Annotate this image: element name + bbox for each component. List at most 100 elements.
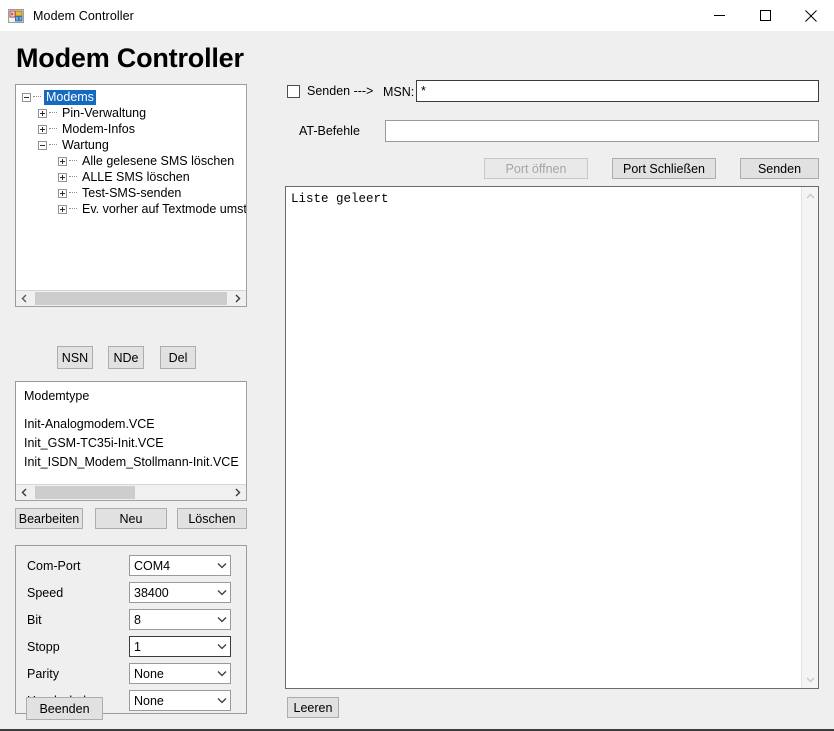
chevron-down-icon[interactable] [213, 670, 230, 677]
tree-node-label: Modem-Infos [62, 121, 135, 136]
tree-node[interactable]: Wartung [16, 137, 246, 153]
expand-plus-icon[interactable] [58, 188, 67, 198]
page-title: Modem Controller [16, 43, 244, 73]
client-area: Modem Controller Modems Pin-Verwaltung Mod… [0, 31, 834, 731]
nde-button[interactable]: NDe [108, 346, 144, 369]
list-item[interactable]: Init_ISDN_Modem_Stollmann-Init.VCE [24, 453, 246, 472]
serial-setting-row: Com-Port COM4 [16, 552, 248, 579]
send-button[interactable]: Senden [740, 158, 819, 179]
tree-node[interactable]: ALLE SMS löschen [16, 169, 246, 185]
serial-setting-value: 38400 [134, 585, 169, 600]
del-button[interactable]: Del [160, 346, 196, 369]
tree-node[interactable]: Modem-Infos [16, 121, 246, 137]
at-command-input[interactable] [385, 120, 819, 142]
at-command-label: AT-Befehle [299, 124, 360, 138]
output-text: Liste geleert [291, 192, 389, 206]
modemtype-scroll-thumb[interactable] [35, 486, 135, 499]
close-button[interactable] [788, 0, 834, 31]
modemtype-scroll-track[interactable] [33, 485, 229, 500]
clear-button[interactable]: Leeren [287, 697, 339, 718]
expand-plus-icon[interactable] [38, 108, 47, 118]
tree-node[interactable]: Test-SMS-senden [16, 185, 246, 201]
expand-plus-icon[interactable] [58, 204, 67, 214]
application-window: Modem Controller Modem Controller Modems… [0, 0, 834, 731]
port-close-button[interactable]: Port Schließen [612, 158, 716, 179]
serial-setting-dropdown[interactable]: COM4 [129, 555, 231, 576]
list-item[interactable]: Init-Analogmodem.VCE [24, 415, 246, 434]
tree-connector [69, 208, 77, 210]
expand-plus-icon[interactable] [38, 124, 47, 134]
collapse-minus-icon[interactable] [22, 92, 31, 102]
minimize-button[interactable] [696, 0, 742, 31]
chevron-down-icon[interactable] [213, 643, 230, 650]
title-bar: Modem Controller [0, 0, 834, 31]
edit-button[interactable]: Bearbeiten [15, 508, 83, 529]
tree-node-label: Ev. vorher auf Textmode umstellen [82, 201, 246, 216]
modemtype-items: Init-Analogmodem.VCE Init_GSM-TC35i-Init.… [24, 415, 246, 472]
delete-button[interactable]: Löschen [177, 508, 247, 529]
msn-input[interactable]: * [416, 80, 819, 102]
collapse-minus-icon[interactable] [38, 140, 47, 150]
list-item[interactable]: Init_GSM-TC35i-Init.VCE [24, 434, 246, 453]
tree-connector [49, 144, 57, 146]
chevron-left-icon[interactable] [16, 291, 33, 306]
tree-node[interactable]: Modems [16, 89, 246, 105]
serial-setting-label: Parity [27, 666, 59, 681]
expand-plus-icon[interactable] [58, 172, 67, 182]
serial-setting-dropdown[interactable]: 1 [129, 636, 231, 657]
chevron-left-icon[interactable] [16, 485, 33, 500]
modemtype-header: Modemtype [24, 389, 90, 403]
tree-connector [33, 96, 41, 98]
tree-connector [69, 160, 77, 162]
nsn-button[interactable]: NSN [57, 346, 93, 369]
tree-connector [69, 176, 77, 178]
tree-connector [49, 112, 57, 114]
chevron-up-icon[interactable] [802, 188, 818, 204]
senden-checkbox[interactable] [287, 84, 300, 98]
port-open-button[interactable]: Port öffnen [484, 158, 588, 179]
tree-node-label: Pin-Verwaltung [62, 105, 147, 120]
serial-setting-dropdown[interactable]: None [129, 663, 231, 684]
serial-setting-row: Parity None [16, 660, 248, 687]
modemtype-list-content: Modemtype Init-Analogmodem.VCE Init_GSM-T… [16, 382, 246, 484]
output-vertical-scrollbar[interactable] [801, 187, 818, 688]
senden-checkbox-label: Senden ---> [307, 84, 374, 98]
tree-scroll-thumb[interactable] [35, 292, 227, 305]
exit-button[interactable]: Beenden [26, 697, 103, 720]
chevron-down-icon[interactable] [213, 697, 230, 704]
serial-setting-label: Com-Port [27, 558, 81, 573]
app-form-icon [8, 8, 24, 24]
serial-setting-label: Bit [27, 612, 42, 627]
tree-node-list: Modems Pin-Verwaltung Modem-Infos Wartung Al… [16, 85, 246, 290]
expand-plus-icon[interactable] [58, 156, 67, 166]
serial-setting-dropdown[interactable]: 8 [129, 609, 231, 630]
serial-setting-label: Stopp [27, 639, 60, 654]
tree-horizontal-scrollbar[interactable] [16, 290, 246, 306]
modemtype-horizontal-scrollbar[interactable] [16, 484, 246, 500]
tree-connector [49, 128, 57, 130]
tree-node[interactable]: Pin-Verwaltung [16, 105, 246, 121]
tree-node[interactable]: Ev. vorher auf Textmode umstellen [16, 201, 246, 217]
window-controls [696, 0, 834, 31]
modem-tree-view[interactable]: Modems Pin-Verwaltung Modem-Infos Wartung Al… [15, 84, 247, 307]
chevron-right-icon[interactable] [229, 291, 246, 306]
modemtype-list[interactable]: Modemtype Init-Analogmodem.VCE Init_GSM-T… [15, 381, 247, 501]
serial-setting-dropdown[interactable]: None [129, 690, 231, 711]
chevron-down-icon[interactable] [802, 671, 818, 687]
tree-node-label: ALLE SMS löschen [82, 169, 190, 184]
serial-setting-value: None [134, 666, 164, 681]
maximize-button[interactable] [742, 0, 788, 31]
output-text-area[interactable]: Liste geleert [285, 186, 819, 689]
chevron-right-icon[interactable] [229, 485, 246, 500]
tree-node-label: Test-SMS-senden [82, 185, 182, 200]
msn-label: MSN: [383, 85, 415, 99]
chevron-down-icon[interactable] [213, 616, 230, 623]
serial-setting-dropdown[interactable]: 38400 [129, 582, 231, 603]
new-button[interactable]: Neu [95, 508, 167, 529]
chevron-down-icon[interactable] [213, 562, 230, 569]
senden-checkbox-group[interactable]: Senden ---> [287, 84, 373, 98]
tree-scroll-track[interactable] [33, 291, 229, 306]
serial-setting-row: Bit 8 [16, 606, 248, 633]
chevron-down-icon[interactable] [213, 589, 230, 596]
tree-node[interactable]: Alle gelesene SMS löschen [16, 153, 246, 169]
